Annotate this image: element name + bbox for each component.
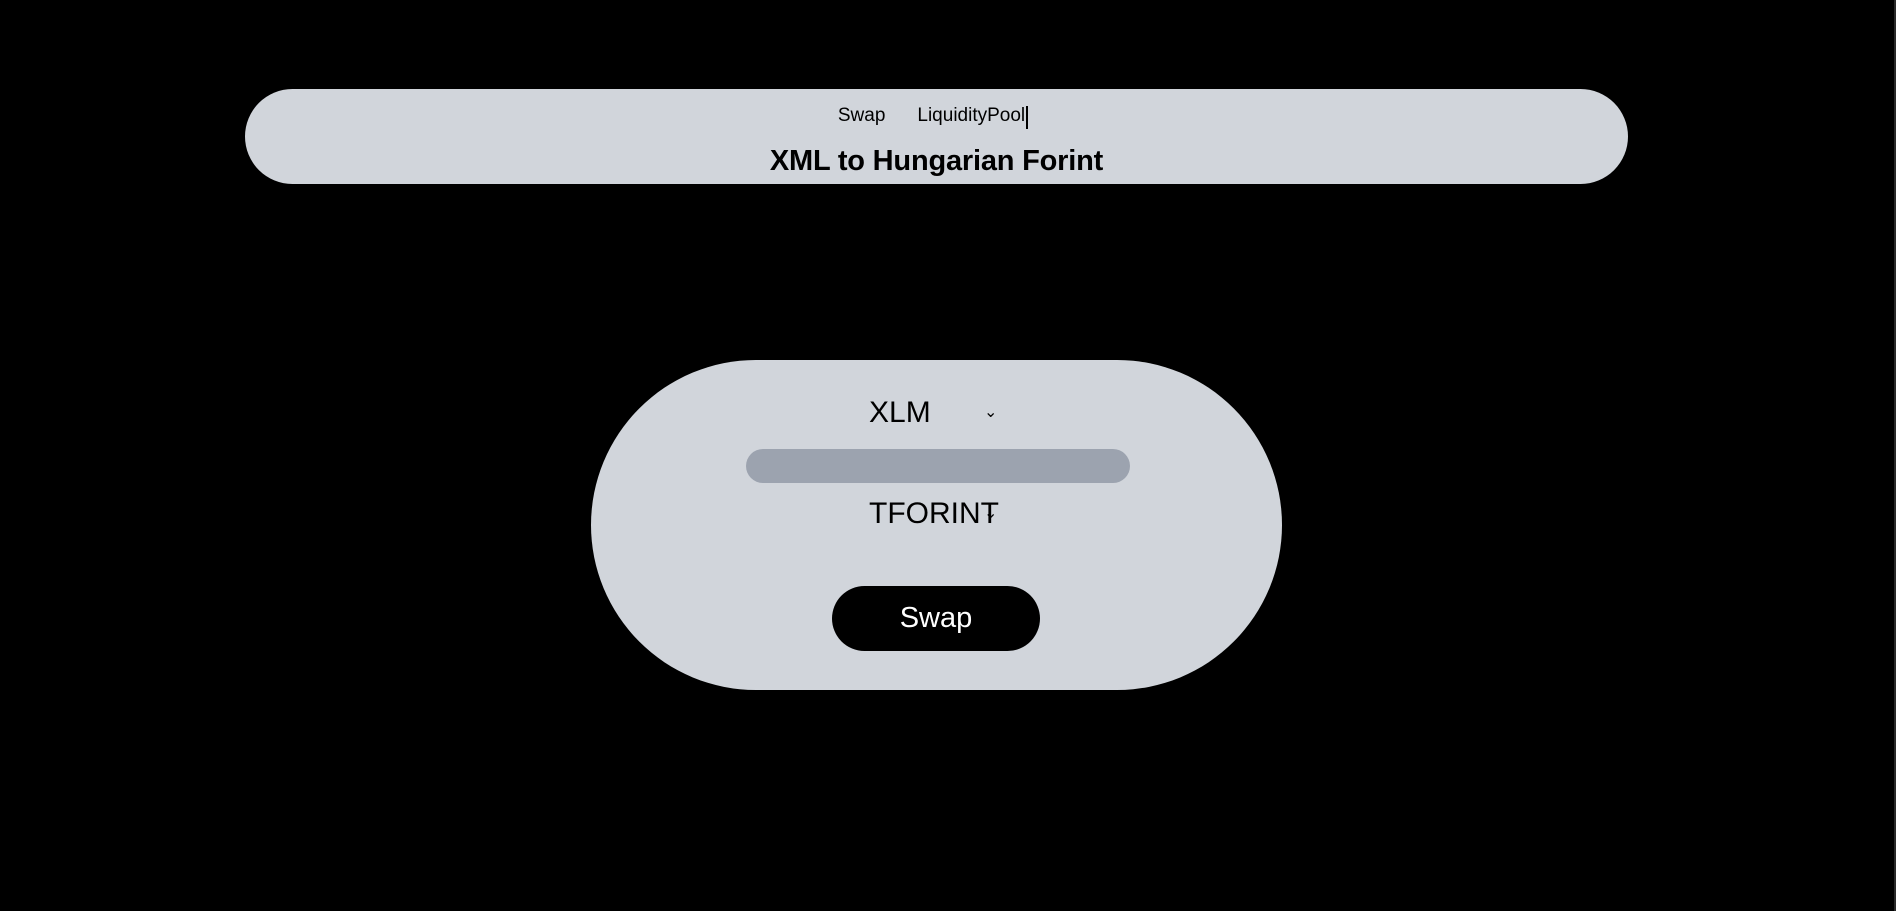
to-token-select[interactable]: TFORINT ⌄: [869, 497, 1009, 531]
swap-card: XLM ⌄ TFORINT ⌄ Swap: [591, 360, 1282, 690]
page-title: XML to Hungarian Forint: [769, 145, 1104, 177]
chevron-down-icon: ⌄: [984, 404, 998, 421]
to-token-label: TFORINT: [869, 497, 999, 530]
from-token-select[interactable]: XLM ⌄: [869, 396, 1009, 430]
top-nav: Swap LiquidityPool: [245, 105, 1628, 129]
from-token-label: XLM: [869, 396, 931, 429]
amount-input[interactable]: [746, 449, 1130, 483]
header-bar: Swap LiquidityPool XML to Hungarian Fori…: [245, 89, 1628, 184]
nav-swap-link[interactable]: Swap: [838, 105, 886, 127]
swap-button[interactable]: Swap: [832, 586, 1040, 651]
nav-liquidity-pool-link[interactable]: LiquidityPool: [917, 105, 1028, 129]
app-page: Swap LiquidityPool XML to Hungarian Fori…: [0, 0, 1896, 911]
chevron-down-icon: ⌄: [984, 505, 998, 522]
